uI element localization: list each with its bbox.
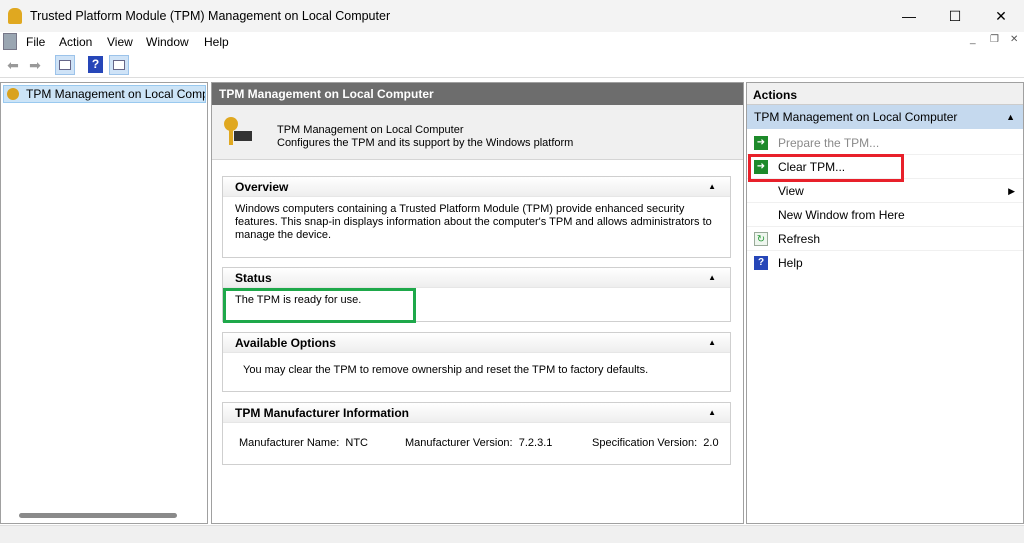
options-title: Available Options — [235, 336, 336, 350]
console-icon[interactable] — [3, 33, 17, 50]
tree-item-label: TPM Management on Local Computer — [26, 87, 206, 101]
show-hide-tree-icon[interactable] — [55, 55, 75, 75]
collapse-icon[interactable]: ▲ — [708, 268, 716, 288]
help-icon[interactable]: ? — [88, 56, 103, 73]
action-label: New Window from Here — [778, 208, 905, 222]
action-label: Refresh — [778, 232, 821, 246]
action-label: Prepare the TPM... — [778, 136, 880, 150]
help-icon: ? — [754, 256, 768, 270]
maximize-button[interactable]: ☐ — [932, 0, 978, 32]
manufacturer-title: TPM Manufacturer Information — [235, 406, 410, 420]
title-bar: Trusted Platform Module (TPM) Management… — [0, 0, 1024, 32]
horizontal-scrollbar[interactable] — [19, 513, 177, 518]
overview-header[interactable]: Overview ▲ — [223, 177, 730, 197]
overview-text: Windows computers containing a Trusted P… — [235, 203, 712, 241]
manufacturer-name-value: NTC — [345, 437, 368, 449]
status-header[interactable]: Status ▲ — [223, 268, 730, 288]
refresh-icon: ↻ — [754, 232, 768, 246]
menu-view[interactable]: View — [107, 35, 133, 49]
menu-bar: File Action View Window Help _ ❐ ✕ — [0, 32, 1024, 52]
action-prepare-tpm[interactable]: ➜ Prepare the TPM... — [747, 131, 1023, 155]
collapse-icon[interactable]: ▲ — [708, 333, 716, 353]
banner: TPM Management on Local Computer Configu… — [212, 105, 743, 160]
actions-group-header[interactable]: TPM Management on Local Computer ▲ — [747, 105, 1023, 129]
menu-window[interactable]: Window — [146, 35, 189, 49]
specification-version: Specification Version: 2.0 — [592, 437, 719, 449]
menu-file[interactable]: File — [26, 35, 45, 49]
tpm-chip-key-icon — [224, 117, 254, 147]
manufacturer-header[interactable]: TPM Manufacturer Information ▲ — [223, 403, 730, 423]
app-key-icon — [8, 8, 22, 24]
manufacturer-version-label: Manufacturer Version: — [405, 437, 513, 449]
action-help[interactable]: ? Help — [747, 251, 1023, 275]
child-minimize-icon[interactable]: _ — [970, 34, 976, 45]
close-button[interactable]: ✕ — [978, 0, 1024, 32]
status-title: Status — [235, 271, 272, 285]
action-label: Help — [778, 256, 803, 270]
center-header: TPM Management on Local Computer — [212, 83, 743, 105]
collapse-icon[interactable]: ▲ — [708, 177, 716, 197]
child-close-icon[interactable]: ✕ — [1010, 34, 1018, 45]
actions-header: Actions — [747, 83, 1023, 105]
action-refresh[interactable]: ↻ Refresh — [747, 227, 1023, 251]
overview-title: Overview — [235, 180, 289, 194]
back-icon[interactable]: ⬅ — [3, 55, 23, 75]
available-options-section: Available Options ▲ You may clear the TPM… — [222, 332, 731, 392]
green-highlight-box — [223, 288, 416, 323]
collapse-icon[interactable]: ▲ — [708, 403, 716, 423]
center-pane: TPM Management on Local Computer TPM Man… — [211, 82, 744, 524]
tpm-key-icon — [7, 88, 19, 100]
menu-action[interactable]: Action — [59, 35, 92, 49]
green-arrow-icon: ➜ — [754, 136, 768, 150]
menu-help[interactable]: Help — [204, 35, 229, 49]
red-highlight-box — [748, 154, 904, 182]
toolbar: ⬅ ➡ ? — [0, 52, 1024, 78]
action-view[interactable]: View ▶ — [747, 179, 1023, 203]
action-new-window[interactable]: New Window from Here — [747, 203, 1023, 227]
manufacturer-name: Manufacturer Name: NTC — [239, 437, 368, 449]
options-text: You may clear the TPM to remove ownershi… — [243, 364, 649, 376]
manufacturer-version: Manufacturer Version: 7.2.3.1 — [405, 437, 552, 449]
tree-item-tpm[interactable]: TPM Management on Local Computer — [3, 85, 206, 103]
options-header[interactable]: Available Options ▲ — [223, 333, 730, 353]
collapse-icon[interactable]: ▲ — [1006, 105, 1015, 129]
status-bar — [0, 525, 1024, 543]
minimize-button[interactable]: — — [886, 0, 932, 32]
manufacturer-name-label: Manufacturer Name: — [239, 437, 340, 449]
forward-icon[interactable]: ➡ — [25, 55, 45, 75]
show-hide-action-pane-icon[interactable] — [109, 55, 129, 75]
spec-version-value: 2.0 — [703, 437, 719, 449]
spec-version-label: Specification Version: — [592, 437, 698, 449]
submenu-arrow-icon: ▶ — [1008, 186, 1015, 196]
actions-group-title: TPM Management on Local Computer — [754, 110, 958, 124]
banner-description: Configures the TPM and its support by th… — [277, 137, 574, 149]
overview-section: Overview ▲ Windows computers containing a… — [222, 176, 731, 258]
child-restore-icon[interactable]: ❐ — [990, 34, 999, 45]
window-title: Trusted Platform Module (TPM) Management… — [30, 9, 391, 23]
action-label: View — [778, 184, 804, 198]
console-tree: TPM Management on Local Computer — [0, 82, 208, 524]
manufacturer-section: TPM Manufacturer Information ▲ Manufactur… — [222, 402, 731, 465]
banner-title: TPM Management on Local Computer — [277, 124, 464, 136]
actions-pane: Actions TPM Management on Local Computer… — [746, 82, 1024, 524]
manufacturer-version-value: 7.2.3.1 — [518, 437, 553, 449]
